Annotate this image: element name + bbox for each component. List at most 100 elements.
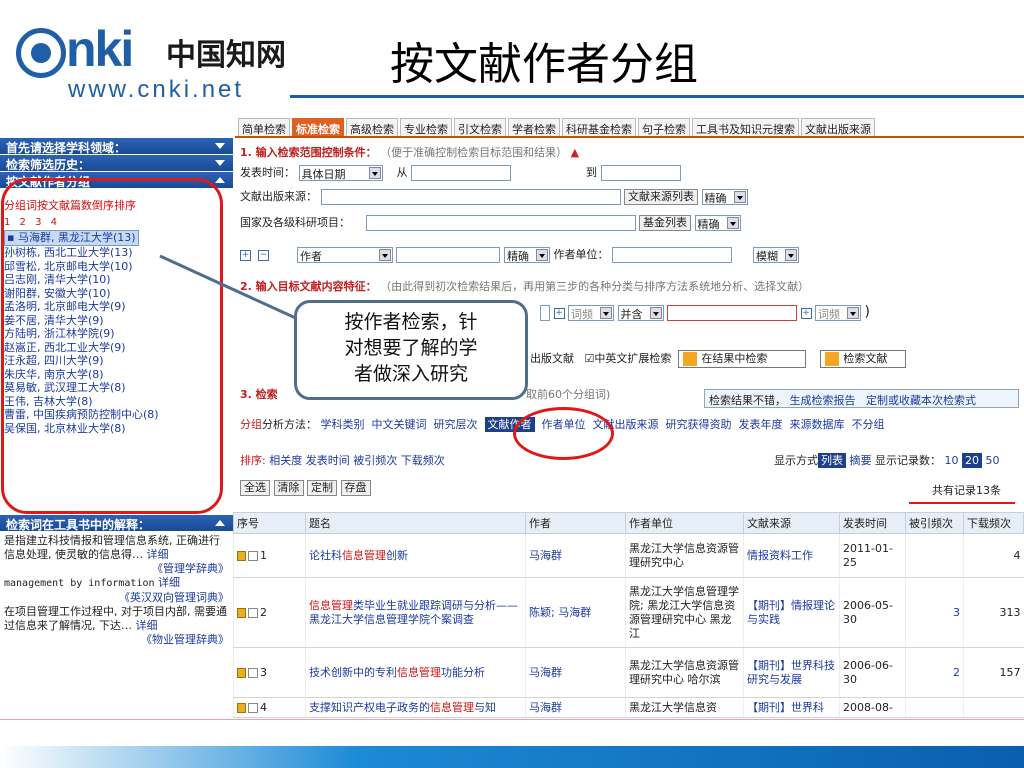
title-text[interactable]: 技术创新中的专利 [309,666,397,679]
select-all-button[interactable]: 全选 [240,480,270,496]
expand-icon[interactable]: + [800,307,812,319]
col-header[interactable]: 题名 [305,512,526,534]
group-subject[interactable]: 学科类别 [321,418,365,431]
tab-standard[interactable]: 标准检索 [292,118,344,136]
cited-cell[interactable] [905,697,964,718]
title-cell[interactable]: 技术创新中的专利信息管理功能分析 [305,647,526,698]
clear-button[interactable]: 清除 [273,480,304,496]
detail-link[interactable]: 详细 [158,576,180,589]
title-text[interactable]: 创新 [386,549,408,562]
title-text[interactable]: 论社科 [309,549,342,562]
source-input[interactable] [320,189,621,205]
sort-date[interactable]: 发表时间 [306,454,350,467]
reference-explain-header[interactable]: 检索词在工具书中的解释： [0,515,233,532]
date-to-input[interactable] [600,165,681,181]
title-text[interactable]: 与知 [474,701,496,714]
author-input[interactable] [396,247,501,263]
col-header[interactable]: 作者 [525,512,626,534]
field-select[interactable]: 作者 [296,247,393,263]
author-cell[interactable]: 马海群 [525,697,626,718]
sort-relevance[interactable]: 相关度 [269,454,302,467]
generate-report-link[interactable]: 生成检索报告 [790,394,856,407]
tab-advanced[interactable]: 高级检索 [346,118,398,136]
pub-time-select[interactable]: 具体日期 [298,165,383,181]
source-cell[interactable]: 【期刊】情报理论与实践 [743,577,840,648]
tab-professional[interactable]: 专业检索 [400,118,452,136]
expand-icon[interactable]: + [553,307,565,319]
per-page-20[interactable]: 20 [962,453,982,468]
col-header[interactable]: 发表时间 [839,512,906,534]
cited-cell[interactable] [905,533,964,578]
ext-checkbox[interactable]: ☑ [585,352,595,365]
tab-sentence[interactable]: 句子检索 [638,118,690,136]
title-highlight[interactable]: 信息管理 [397,666,441,679]
per-page-10[interactable]: 10 [945,454,959,467]
tab-simple[interactable]: 简单检索 [238,118,290,136]
row-checkbox[interactable] [248,702,258,713]
subject-field-header[interactable]: 首先请选择学科领域： [0,138,233,155]
source-list-button[interactable]: 文献来源列表 [624,189,698,205]
row-checkbox[interactable] [248,550,258,561]
group-fund[interactable]: 研究获得资助 [666,418,732,431]
keyword2-input[interactable] [667,305,797,321]
row-checkbox[interactable] [248,607,258,618]
author-cell[interactable]: 陈颖; 马海群 [525,577,626,648]
display-summary[interactable]: 摘要 [850,454,872,467]
source-cell[interactable]: 【期刊】世界科 [743,697,840,718]
author-cell[interactable]: 马海群 [525,533,626,578]
cited-cell[interactable]: 2 [905,647,964,698]
save-button[interactable]: 存盘 [340,480,371,496]
save-query-link[interactable]: 定制或收藏本次检索式 [866,394,976,407]
title-highlight[interactable]: 信息管理 [342,549,386,562]
group-none[interactable]: 不分组 [852,418,885,431]
fund-input[interactable] [365,215,636,231]
customize-button[interactable]: 定制 [307,480,337,496]
source-cell[interactable]: 情报资料工作 [743,533,840,578]
title-cell[interactable]: 支撑知识产权电子政务的信息管理与知 [305,697,526,718]
fund-match-select[interactable]: 精确 [694,215,741,231]
date-from-input[interactable] [411,165,511,181]
explain-source[interactable]: 《英汉双向管理词典》 [4,591,229,605]
title-highlight[interactable]: 信息管理 [430,701,474,714]
search-button[interactable]: 检索文献 [820,350,907,368]
and-select[interactable]: 并含 [617,305,664,321]
fund-list-button[interactable]: 基金列表 [639,215,691,231]
row-checkbox[interactable] [248,667,258,678]
sort-cited[interactable]: 被引频次 [353,454,397,467]
group-keyword[interactable]: 中文关键词 [372,418,427,431]
col-header[interactable]: 被引频次 [905,512,964,534]
title-highlight[interactable]: 信息管理 [309,599,353,612]
title-text[interactable]: 支撑知识产权电子政务的 [309,701,430,714]
search-in-results-button[interactable]: 在结果中检索 [678,350,807,368]
explain-source[interactable]: 《管理学辞典》 [4,562,229,576]
col-header[interactable]: 文献来源 [743,512,840,534]
group-year[interactable]: 发表年度 [739,418,783,431]
freq2-select[interactable]: 词频 [815,305,861,321]
caret-up-icon[interactable]: ▲ [571,146,579,159]
source-match-select[interactable]: 精确 [701,189,748,205]
detail-link[interactable]: 详细 [147,548,169,561]
col-header[interactable]: 序号 [233,512,306,534]
display-list[interactable]: 列表 [818,453,846,468]
col-header[interactable]: 作者单位 [625,512,744,534]
tab-reference[interactable]: 工具书及知识元搜索 [692,118,799,136]
filter-history-header[interactable]: 检索筛选历史： [0,155,233,172]
source-cell[interactable]: 【期刊】世界科技研究与发展 [743,647,840,698]
title-text[interactable]: 功能分析 [441,666,485,679]
sort-downloads[interactable]: 下载频次 [401,454,445,467]
tab-source[interactable]: 文献出版来源 [801,118,875,136]
group-level[interactable]: 研究层次 [434,418,478,431]
unit-input[interactable] [611,247,732,263]
tab-fund[interactable]: 科研基金检索 [562,118,636,136]
freq-select[interactable]: 词频 [568,305,614,321]
title-cell[interactable]: 论社科信息管理创新 [305,533,526,578]
per-page-50[interactable]: 50 [986,454,1000,467]
group-database[interactable]: 来源数据库 [790,418,845,431]
cited-cell[interactable]: 3 [905,577,964,648]
detail-link[interactable]: 详细 [136,619,158,632]
author-cell[interactable]: 马海群 [525,647,626,698]
unit-match-select[interactable]: 模糊 [752,247,799,263]
explain-source[interactable]: 《物业管理辞典》 [4,633,229,647]
tab-citation[interactable]: 引文检索 [454,118,506,136]
col-header[interactable]: 下载频次 [963,512,1024,534]
